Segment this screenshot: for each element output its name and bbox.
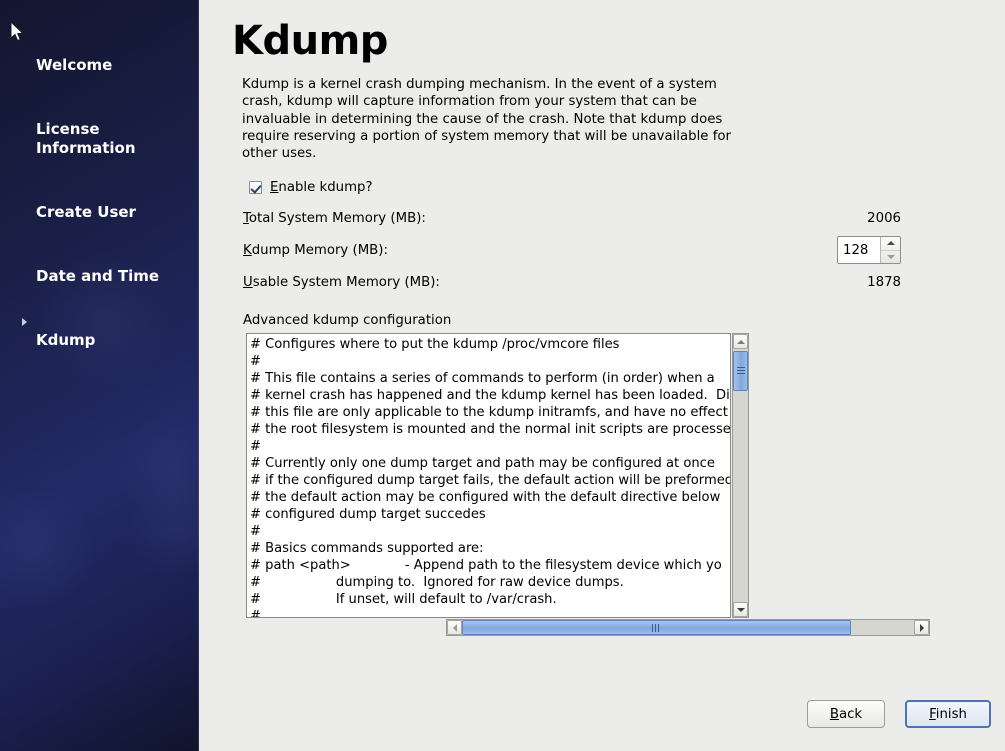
page-description: Kdump is a kernel crash dumping mechanis… — [242, 77, 731, 162]
editor-horizontal-scrollbar[interactable] — [446, 619, 930, 636]
sidebar-item-create-user[interactable]: Create User — [0, 163, 199, 223]
sidebar-item-license-information[interactable]: License Information — [0, 80, 199, 159]
finish-button[interactable]: Finish — [905, 700, 991, 728]
sidebar-item-label: Welcome — [36, 55, 113, 74]
kdump-memory-input[interactable] — [838, 237, 880, 263]
page-title: Kdump — [232, 18, 388, 64]
kdump-memory-label: Kdump Memory (MB): — [243, 243, 388, 258]
sidebar-item-welcome[interactable]: Welcome — [0, 16, 199, 76]
sidebar-item-label: License Information — [36, 119, 136, 157]
back-button-label: Back — [830, 707, 862, 722]
vertical-scrollbar-thumb[interactable] — [733, 351, 748, 391]
scrollbar-grip-icon — [651, 623, 662, 632]
sidebar: Welcome License Information Create User … — [0, 0, 199, 751]
finish-button-label: Finish — [929, 707, 967, 722]
sidebar-item-kdump[interactable]: Kdump — [0, 292, 199, 352]
kdump-configuration-screen: Welcome License Information Create User … — [0, 0, 1005, 751]
kdump-memory-row: Kdump Memory (MB): — [243, 236, 901, 264]
usable-system-memory-row: Usable System Memory (MB): 1878 — [243, 274, 901, 291]
label-rest: nable kdump? — [278, 180, 373, 195]
label-rest: inish — [935, 706, 967, 722]
scrollbar-grip-icon — [736, 367, 745, 375]
mnemonic-letter: B — [829, 706, 839, 722]
total-system-memory-label: Total System Memory (MB): — [243, 211, 426, 226]
back-button[interactable]: Back — [807, 700, 885, 728]
editor-vertical-scrollbar[interactable] — [732, 333, 749, 618]
usable-system-memory-label: Usable System Memory (MB): — [243, 275, 440, 290]
label-rest: dump Memory (MB): — [251, 242, 388, 258]
label-rest: otal System Memory (MB): — [248, 211, 426, 226]
label-rest: sable System Memory (MB): — [252, 275, 440, 290]
sidebar-item-label: Date and Time — [36, 267, 160, 285]
spinner-up-icon[interactable] — [881, 237, 900, 250]
enable-kdump-checkbox[interactable] — [249, 181, 262, 194]
sidebar-item-label: Create User — [36, 202, 136, 221]
scroll-right-arrow-icon[interactable] — [914, 620, 929, 635]
total-system-memory-row: Total System Memory (MB): 2006 — [243, 210, 901, 227]
sidebar-item-label: Kdump — [36, 331, 96, 350]
spinner-buttons[interactable] — [880, 237, 900, 264]
current-step-arrow-icon — [22, 317, 27, 326]
label-rest: ack — [838, 706, 863, 722]
advanced-configuration-label: Advanced kdump configuration — [243, 313, 452, 328]
usable-system-memory-value: 1878 — [867, 275, 901, 290]
total-system-memory-value: 2006 — [867, 211, 901, 226]
main-content: Kdump Kdump is a kernel crash dumping me… — [199, 0, 1005, 751]
horizontal-scrollbar-thumb[interactable] — [462, 620, 851, 635]
mnemonic-letter: K — [243, 242, 252, 258]
advanced-configuration-textarea[interactable]: # Configures where to put the kdump /pro… — [246, 333, 731, 618]
spinner-down-icon[interactable] — [881, 249, 900, 264]
enable-kdump-label: Enable kdump? — [270, 180, 373, 195]
kdump-memory-spinner[interactable] — [837, 236, 901, 264]
enable-kdump-checkbox-row[interactable]: Enable kdump? — [249, 180, 373, 195]
sidebar-nav-list: Welcome License Information Create User … — [0, 16, 199, 356]
sidebar-item-date-and-time[interactable]: Date and Time — [0, 228, 199, 288]
scroll-left-arrow-icon[interactable] — [447, 620, 462, 635]
scroll-down-arrow-icon[interactable] — [733, 602, 748, 617]
mnemonic-letter: F — [929, 706, 936, 722]
advanced-configuration-text: # Configures where to put the kdump /pro… — [250, 337, 731, 618]
scroll-up-arrow-icon[interactable] — [733, 334, 748, 349]
mnemonic-letter: U — [243, 275, 253, 290]
